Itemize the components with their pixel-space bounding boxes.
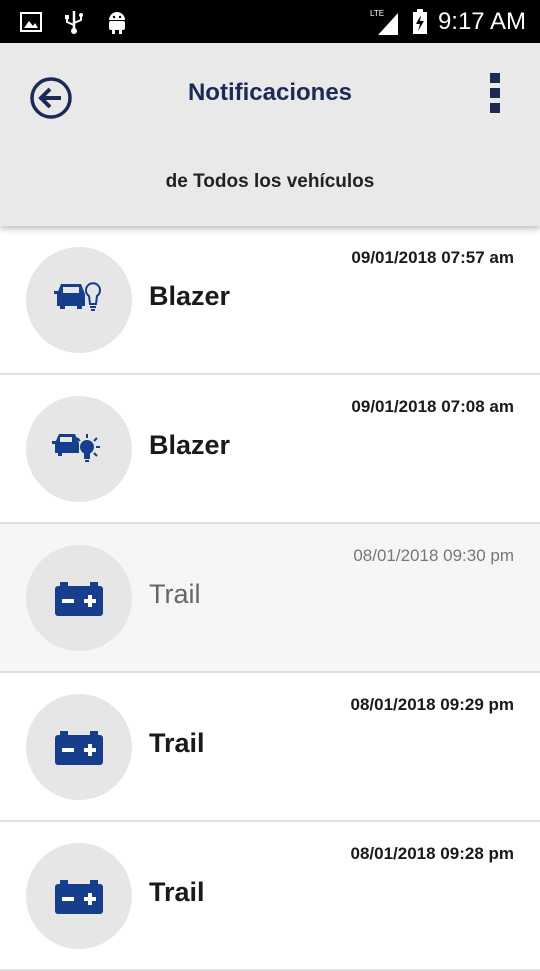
vehicle-name: Trail — [149, 877, 205, 907]
vehicle-name: Trail — [149, 579, 201, 609]
overflow-menu-button[interactable] — [484, 73, 506, 121]
vehicle-filter-label[interactable]: de Todos los vehículos — [0, 171, 540, 193]
notification-date: 08/01/2018 09:30 pm — [353, 546, 514, 565]
notification-list: Blazer 09/01/2018 07:57 am Blazer 09/01/… — [0, 226, 540, 971]
notification-icon-circle — [26, 396, 132, 502]
status-bar-right: LTE 9:17 AM — [370, 0, 526, 43]
battery-icon — [55, 582, 103, 616]
notification-item[interactable]: Blazer 09/01/2018 07:08 am — [0, 375, 540, 524]
page-title: Notificaciones — [187, 79, 353, 106]
status-time: 9:17 AM — [437, 7, 526, 35]
svg-text:LTE: LTE — [370, 9, 384, 18]
notification-date: 08/01/2018 09:28 pm — [350, 844, 514, 863]
app-header: Notificaciones de Todos los vehículos — [0, 43, 540, 226]
vehicle-name: Blazer — [149, 281, 231, 311]
notification-item[interactable]: Blazer 09/01/2018 07:57 am — [0, 226, 540, 375]
notification-date: 08/01/2018 09:29 pm — [350, 695, 514, 714]
status-bar-left — [20, 9, 128, 35]
notification-icon-circle — [26, 694, 132, 800]
notification-date: 09/01/2018 07:57 am — [351, 248, 514, 267]
android-icon — [109, 12, 125, 34]
notification-icon-circle — [26, 545, 132, 651]
battery-icon — [55, 731, 103, 765]
vehicle-name: Blazer — [149, 430, 231, 460]
notification-item[interactable]: Trail 08/01/2018 09:30 pm — [0, 524, 540, 673]
notification-item[interactable]: Trail 08/01/2018 09:28 pm — [0, 822, 540, 971]
usb-icon — [65, 11, 83, 34]
notification-icon-circle — [26, 843, 132, 949]
notification-item[interactable]: Trail 08/01/2018 09:29 pm — [0, 673, 540, 822]
notification-icon-circle — [26, 247, 132, 353]
car-light-icon — [54, 282, 101, 311]
car-bulb-alert-icon — [52, 434, 100, 462]
battery-charging-icon — [412, 8, 427, 34]
signal-icon: LTE — [370, 9, 398, 35]
image-icon — [20, 12, 42, 32]
vehicle-name: Trail — [149, 728, 205, 758]
status-bar: LTE 9:17 AM — [0, 0, 540, 43]
more-vertical-icon — [484, 73, 506, 113]
notification-date: 09/01/2018 07:08 am — [351, 397, 514, 416]
battery-icon — [55, 880, 103, 914]
